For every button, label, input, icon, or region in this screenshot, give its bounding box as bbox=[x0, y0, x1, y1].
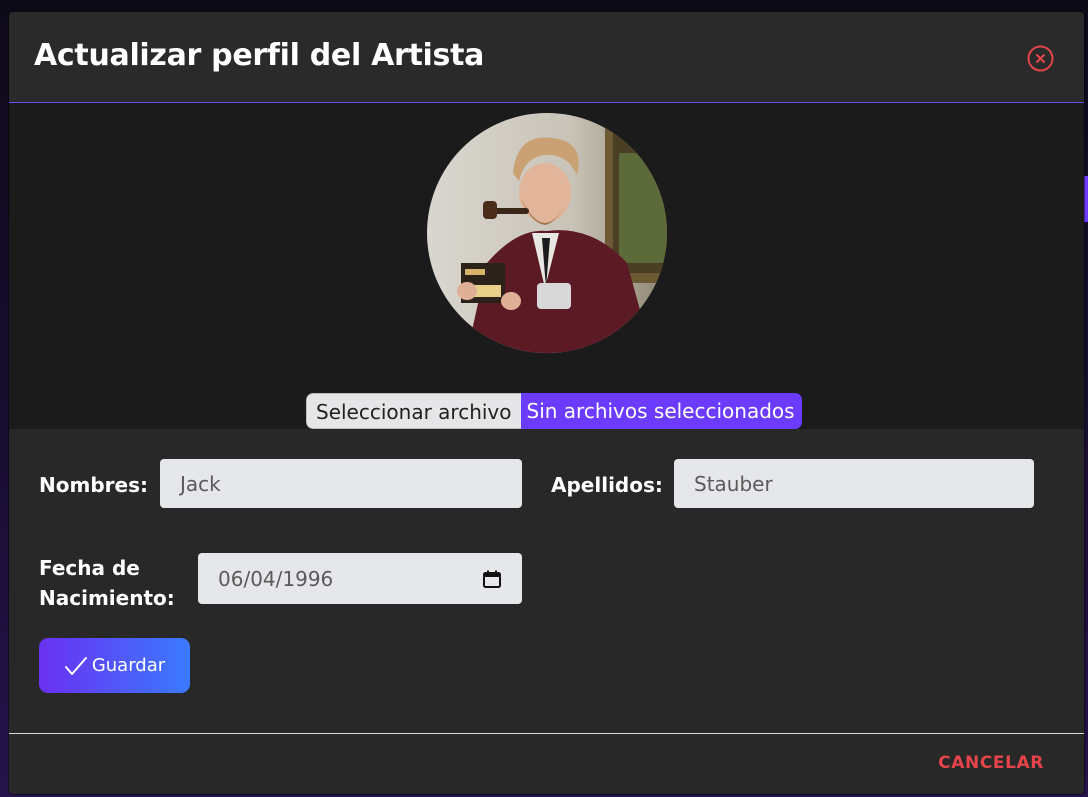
apellidos-input[interactable]: Stauber bbox=[674, 459, 1034, 508]
file-picker: Seleccionar archivo Sin archivos selecci… bbox=[306, 393, 802, 429]
close-icon[interactable] bbox=[1027, 45, 1054, 72]
apellidos-value: Stauber bbox=[694, 471, 773, 496]
modal-title: Actualizar perfil del Artista bbox=[34, 38, 485, 73]
fecha-label-line2: Nacimiento: bbox=[39, 586, 175, 610]
artist-avatar bbox=[427, 113, 667, 353]
file-status-text: Sin archivos seleccionados bbox=[520, 393, 802, 429]
update-artist-modal: Actualizar perfil del Artista Selecciona… bbox=[9, 12, 1084, 794]
nombres-label: Nombres: bbox=[39, 473, 148, 497]
modal-footer: CANCELAR bbox=[9, 733, 1084, 794]
save-button-label: Guardar bbox=[91, 655, 166, 676]
fecha-input[interactable]: 06/04/1996 bbox=[198, 553, 522, 604]
nombres-input[interactable]: Jack bbox=[160, 459, 522, 508]
photo-section: Seleccionar archivo Sin archivos selecci… bbox=[9, 103, 1084, 429]
fecha-label: Fecha de Nacimiento: bbox=[39, 553, 175, 613]
fecha-label-line1: Fecha de bbox=[39, 556, 140, 580]
apellidos-label: Apellidos: bbox=[551, 473, 663, 497]
nombres-value: Jack bbox=[180, 471, 221, 496]
checkmark-icon bbox=[64, 656, 88, 676]
select-file-button[interactable]: Seleccionar archivo bbox=[306, 393, 521, 429]
cancel-button[interactable]: CANCELAR bbox=[938, 753, 1044, 773]
save-button[interactable]: Guardar bbox=[39, 638, 190, 693]
calendar-icon[interactable] bbox=[482, 569, 502, 589]
modal-header: Actualizar perfil del Artista bbox=[9, 12, 1084, 103]
profile-form: Nombres: Jack Apellidos: Stauber Fecha d… bbox=[9, 429, 1084, 734]
background-accent-strip bbox=[1084, 176, 1088, 222]
fecha-value: 06/04/1996 bbox=[218, 566, 334, 591]
